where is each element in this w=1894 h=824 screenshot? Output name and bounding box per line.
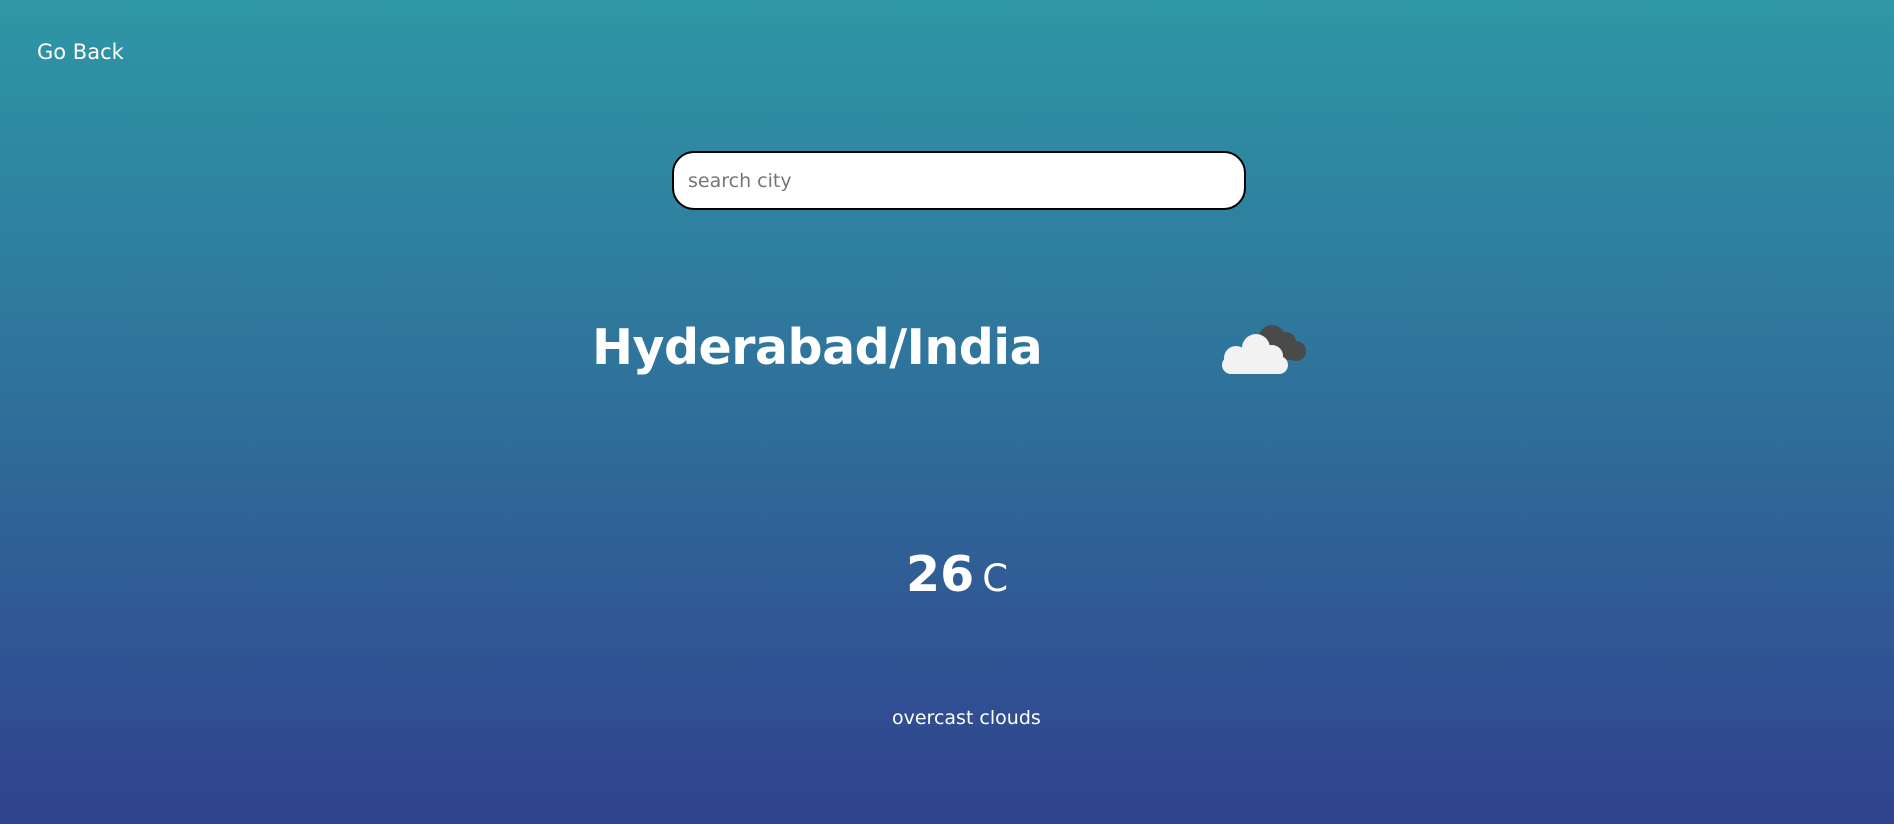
temperature-value: 26 [906,546,975,603]
temperature-unit: C [982,557,1009,600]
weather-description: overcast clouds [892,707,1041,729]
go-back-link[interactable]: Go Back [37,39,124,65]
search-city-input[interactable] [672,151,1246,210]
overcast-clouds-icon [1222,325,1306,374]
temperature-display: 26 C [906,545,1008,609]
city-title: Hyderabad/India [592,319,1043,376]
